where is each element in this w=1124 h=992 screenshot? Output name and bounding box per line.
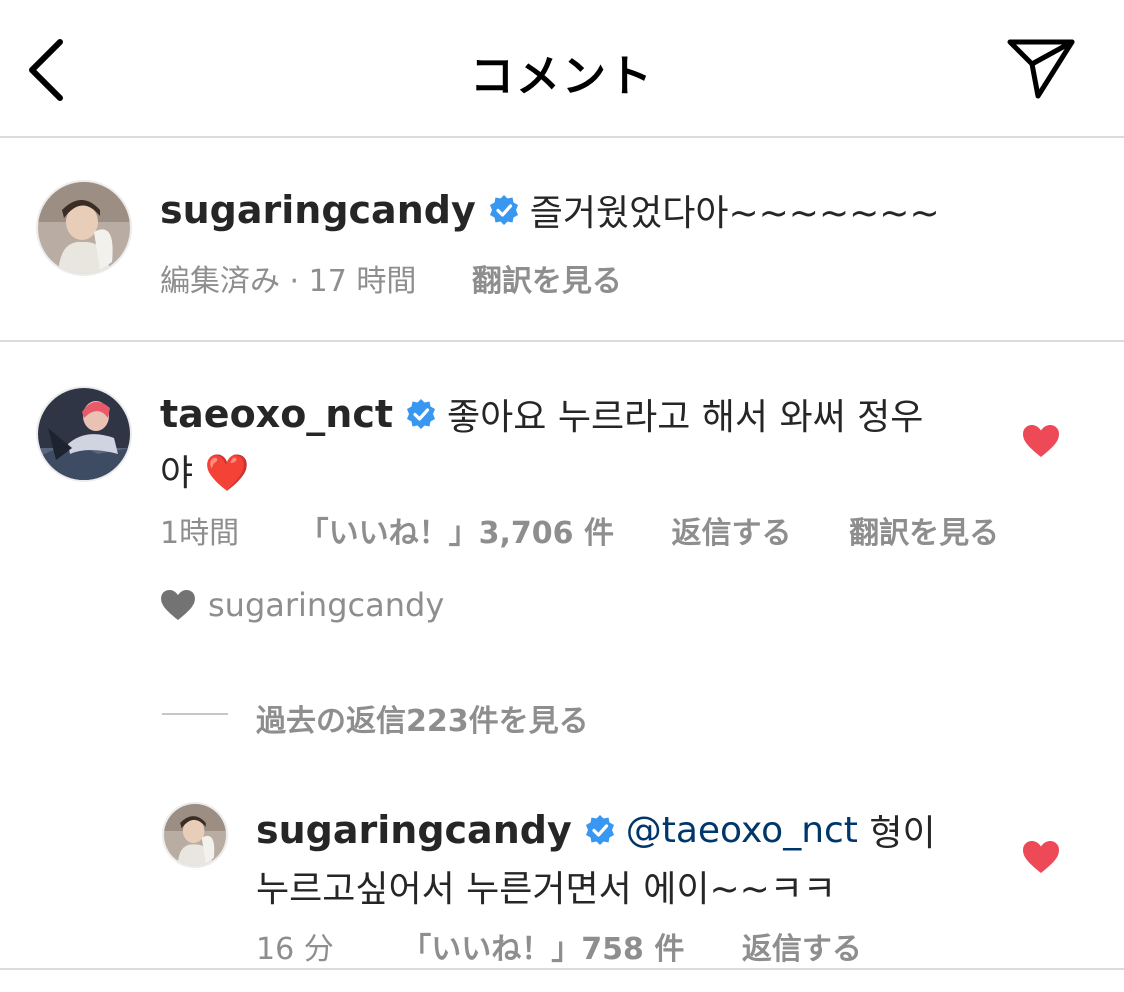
share-button[interactable]	[1004, 36, 1078, 102]
reply-line-1: sugaringcandy @taeoxo_nct 형이	[256, 804, 996, 856]
comment-text-line2: 야 ❤️	[160, 453, 250, 494]
verified-badge-icon	[407, 399, 436, 429]
bottom-divider	[0, 968, 1124, 970]
view-replies-button[interactable]: 過去の返信223件を見る	[256, 696, 589, 740]
comment-meta: 1時間 「いいね！」3,706 件 返信する 翻訳を見る	[160, 508, 999, 552]
reply-likes-count[interactable]: 「いいね！」758 件	[401, 932, 684, 967]
avatar-image	[38, 182, 130, 274]
caption-meta: 編集済み · 17 時間 翻訳を見る	[160, 256, 622, 300]
paper-plane-icon	[1007, 39, 1075, 99]
comment-like-button[interactable]	[1022, 424, 1060, 462]
caption-translate-button[interactable]: 翻訳を見る	[472, 264, 622, 299]
verified-badge-icon	[489, 195, 518, 225]
avatar[interactable]	[36, 386, 132, 482]
comment-text-line1: 좋아요 누르라고 해서 와써 정우	[447, 397, 924, 438]
comment-translate-button[interactable]: 翻訳を見る	[849, 516, 999, 551]
liked-by-author-name: sugaringcandy	[208, 586, 445, 624]
caption-line: sugaringcandy 즐거웠었다아~~~~~~~	[160, 184, 940, 236]
heart-filled-icon	[1023, 425, 1059, 457]
reply-mention[interactable]: @taeoxo_nct	[626, 810, 858, 851]
verified-badge-icon	[585, 815, 614, 845]
caption-meta-text: 編集済み · 17 時間	[160, 264, 417, 299]
heart-filled-icon	[1023, 841, 1059, 873]
header-divider	[0, 136, 1124, 138]
reply-reply-button[interactable]: 返信する	[742, 932, 862, 967]
header-bar: コメント	[0, 0, 1124, 136]
reply-text-line2: 누르고싶어서 누른거면서 에이~~ㅋㅋ	[256, 869, 837, 910]
reply-meta: 16 分 「いいね！」758 件 返信する	[256, 924, 862, 968]
avatar[interactable]	[162, 802, 228, 868]
reply-username[interactable]: sugaringcandy	[256, 808, 572, 852]
reply-time: 16 分	[256, 932, 334, 967]
avatar[interactable]	[36, 180, 132, 276]
avatar-image	[164, 804, 226, 866]
comment-line-1: taeoxo_nct 좋아요 누르라고 해서 와써 정우	[160, 388, 980, 440]
comment-reply-button[interactable]: 返信する	[672, 516, 792, 551]
comment-time: 1時間	[160, 516, 240, 551]
caption-divider	[0, 340, 1124, 342]
avatar-image	[38, 388, 130, 480]
page-title: コメント	[470, 51, 654, 102]
reply-body: sugaringcandy @taeoxo_nct 형이 누르고싶어서 누른거면…	[256, 804, 996, 912]
view-replies-line	[162, 713, 228, 715]
caption-username[interactable]: sugaringcandy	[160, 188, 476, 232]
reply-like-button[interactable]	[1022, 840, 1060, 878]
comment-likes-count[interactable]: 「いいね！」3,706 件	[299, 516, 614, 551]
reply-text-line1: 형이	[857, 813, 936, 854]
liked-by-author: sugaringcandy	[160, 586, 444, 624]
heart-gray-icon	[161, 589, 195, 621]
caption-text: 즐거웠었다아~~~~~~~	[529, 193, 940, 234]
comment-body: taeoxo_nct 좋아요 누르라고 해서 와써 정우 야 ❤️	[160, 388, 980, 496]
comment-username[interactable]: taeoxo_nct	[160, 392, 393, 436]
